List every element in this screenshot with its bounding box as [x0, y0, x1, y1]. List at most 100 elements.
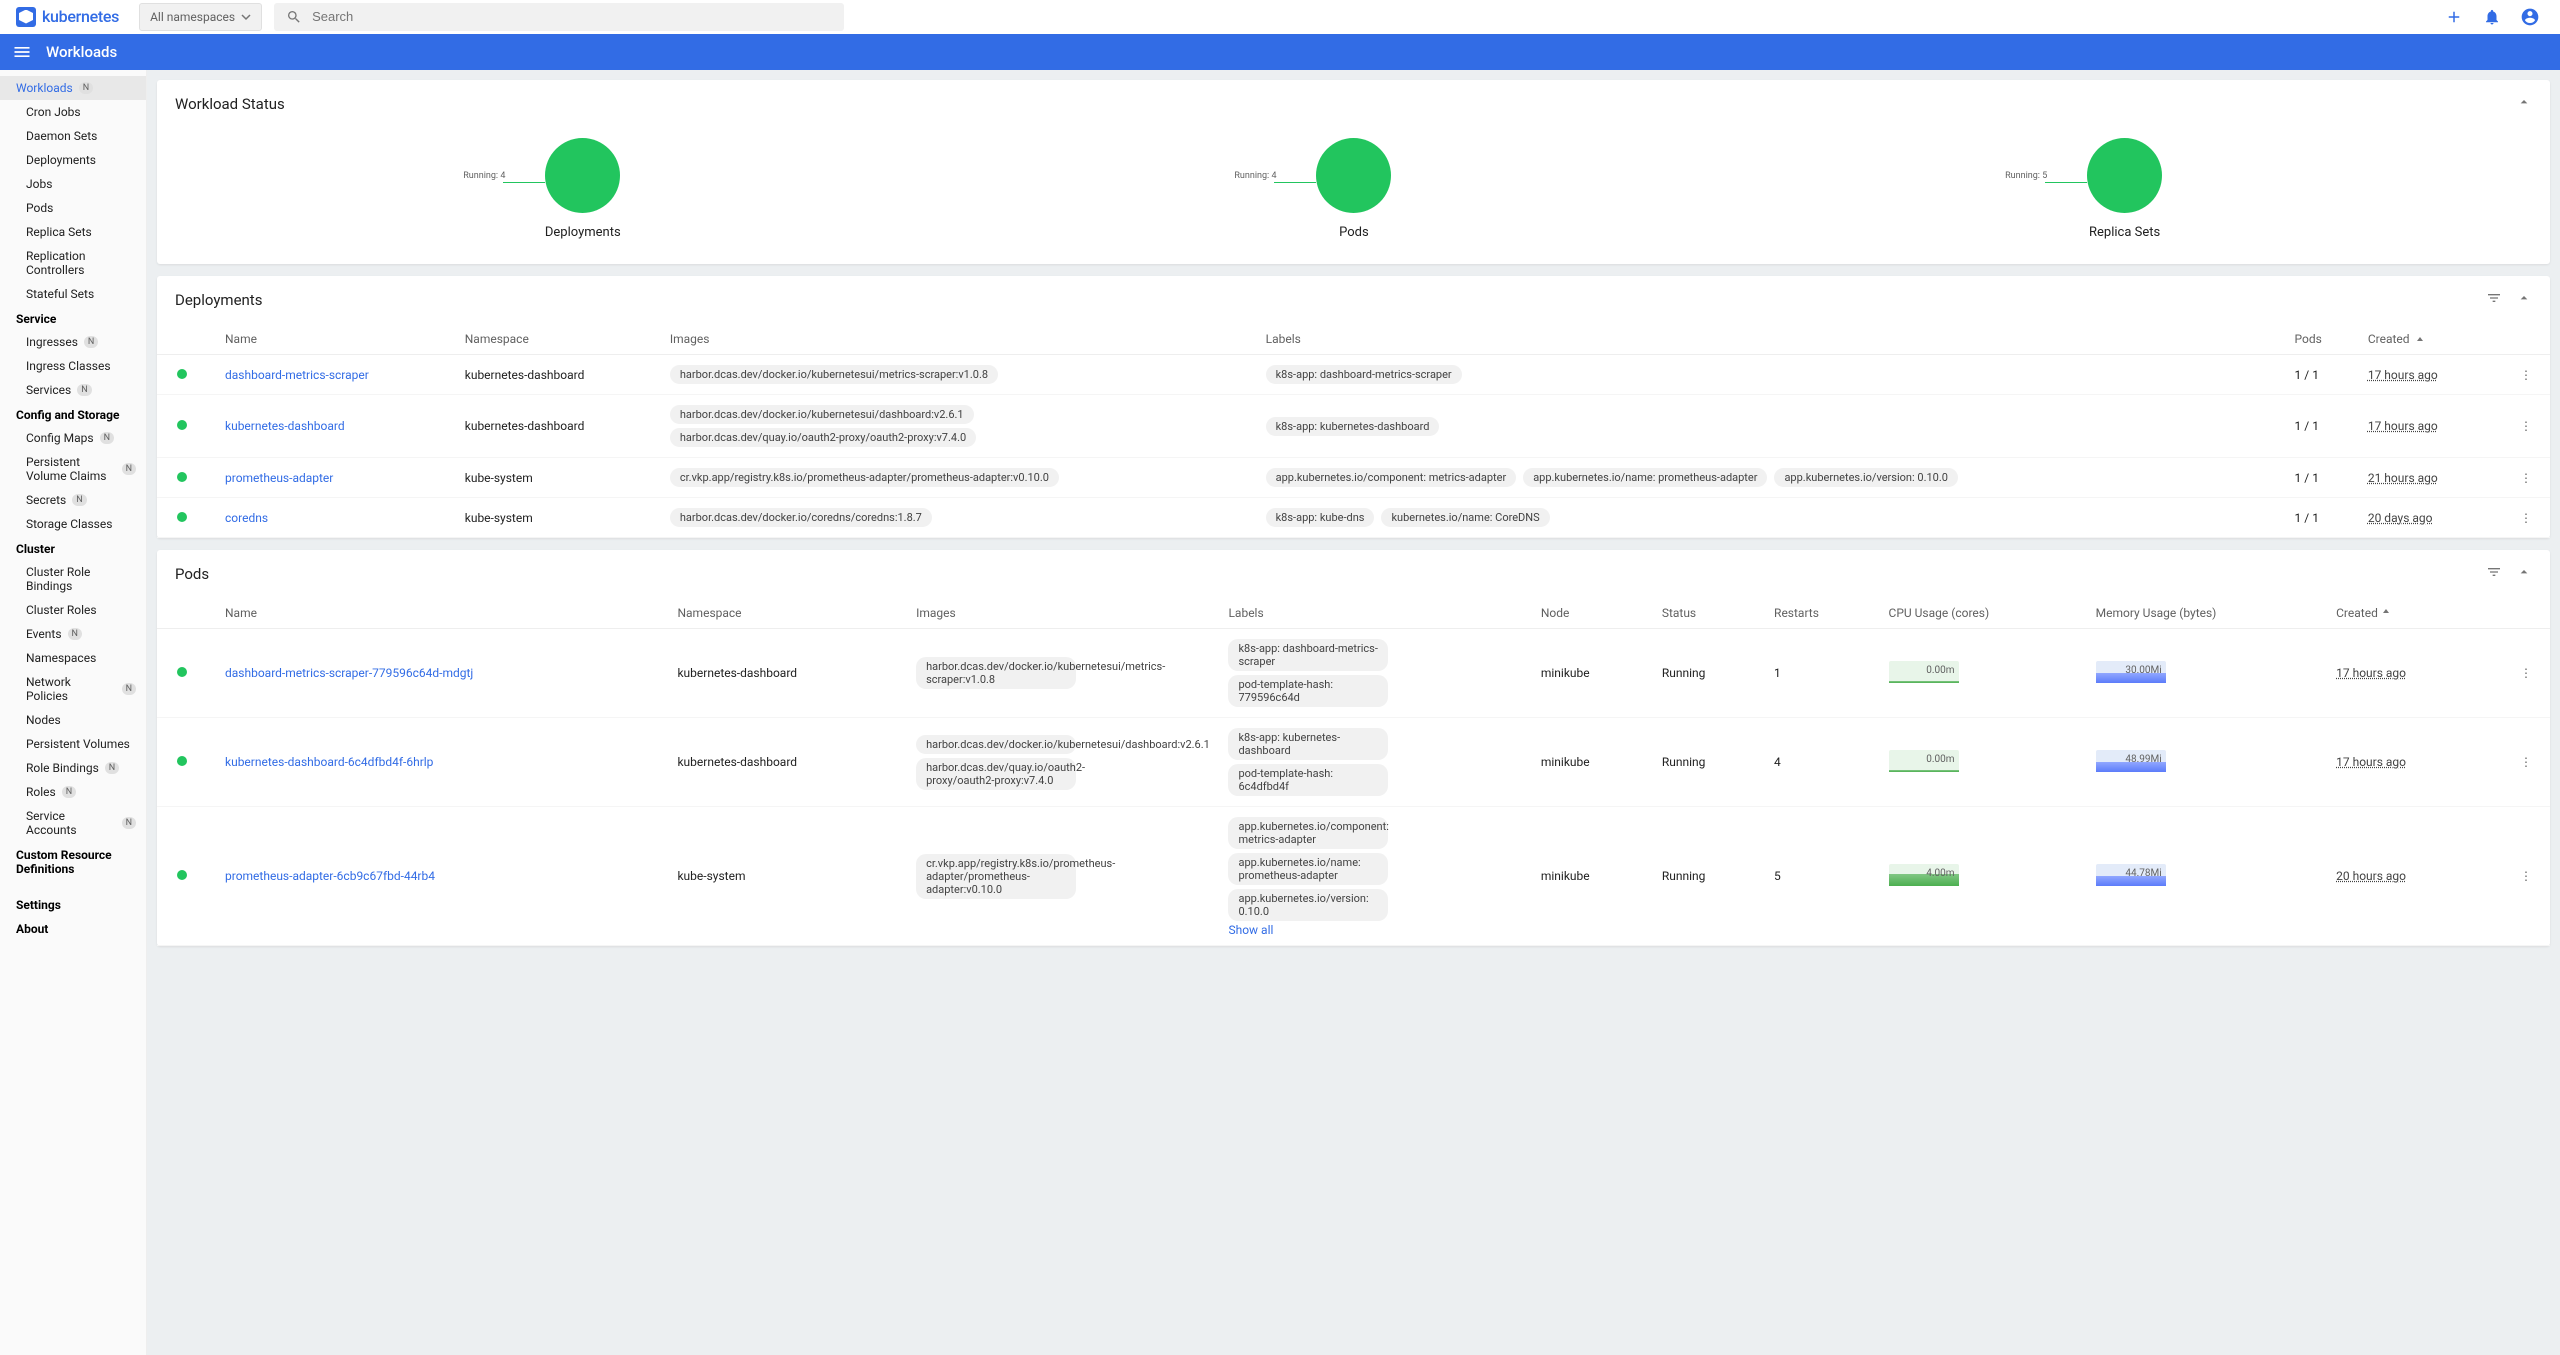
resource-link[interactable]: kubernetes-dashboard	[225, 419, 345, 433]
column-header[interactable]: Labels	[1216, 598, 1528, 629]
label-chip: k8s-app: dashboard-metrics-scraper	[1228, 639, 1388, 671]
column-header[interactable]: Labels	[1254, 324, 2283, 355]
sidebar-item-events[interactable]: EventsN	[0, 622, 146, 646]
search-input[interactable]	[312, 9, 832, 24]
column-header[interactable]: Pods	[2283, 324, 2356, 355]
notifications-button[interactable]	[2482, 7, 2502, 27]
sidebar-item-namespaces[interactable]: Namespaces	[0, 646, 146, 670]
namespace-cell: kube-system	[453, 498, 658, 538]
row-menu-button[interactable]: ⋮	[2490, 355, 2550, 395]
top-actions	[2444, 7, 2552, 27]
column-header[interactable]: Name	[213, 324, 453, 355]
sidebar-item-ingress-classes[interactable]: Ingress Classes	[0, 354, 146, 378]
sidebar-item-service-accounts[interactable]: Service AccountsN	[0, 804, 146, 842]
filter-button[interactable]	[2486, 290, 2502, 310]
sidebar-item-nodes[interactable]: Nodes	[0, 708, 146, 732]
sidebar-item-pods[interactable]: Pods	[0, 196, 146, 220]
table-row: prometheus-adapterkube-systemcr.vkp.app/…	[157, 458, 2550, 498]
filter-button[interactable]	[2486, 564, 2502, 584]
column-header[interactable]: Node	[1529, 598, 1650, 629]
column-header[interactable]: Namespace	[665, 598, 904, 629]
column-header[interactable]: Images	[904, 598, 1216, 629]
sidebar-item-storage-classes[interactable]: Storage Classes	[0, 512, 146, 536]
sidebar-item-persistent-volumes[interactable]: Persistent Volumes	[0, 732, 146, 756]
sidebar-item-roles[interactable]: RolesN	[0, 780, 146, 804]
sidebar-item-replication-controllers[interactable]: Replication Controllers	[0, 244, 146, 282]
donut-stat: Running: 4	[1234, 171, 1276, 181]
column-header[interactable]: Status	[1650, 598, 1762, 629]
sidebar-item-network-policies[interactable]: Network Policies N	[0, 670, 146, 708]
user-menu-button[interactable]	[2520, 7, 2540, 27]
sidebar-item-stateful-sets[interactable]: Stateful Sets	[0, 282, 146, 306]
sidebar-item-settings[interactable]: Settings	[0, 892, 146, 916]
sidebar-header[interactable]: Service	[0, 306, 146, 330]
logo[interactable]: kubernetes	[8, 7, 127, 27]
sidebar-item-deployments[interactable]: Deployments	[0, 148, 146, 172]
create-button[interactable]	[2444, 7, 2464, 27]
row-menu-button[interactable]: ⋮	[2480, 629, 2550, 718]
row-menu-button[interactable]: ⋮	[2490, 395, 2550, 458]
label-chip: app.kubernetes.io/component: metrics-ada…	[1228, 817, 1388, 849]
sidebar-item-label: Nodes	[26, 713, 61, 727]
column-header[interactable]: Namespace	[453, 324, 658, 355]
main-content: Workload Status Running: 4DeploymentsRun…	[147, 70, 2560, 1355]
label-chip: app.kubernetes.io/name: prometheus-adapt…	[1228, 853, 1388, 885]
namespaced-badge: N	[105, 762, 119, 774]
resource-link[interactable]: kubernetes-dashboard-6c4dfbd4f-6hrlp	[225, 755, 433, 769]
sidebar-item-cron-jobs[interactable]: Cron Jobs	[0, 100, 146, 124]
sidebar-item-label: Replica Sets	[26, 225, 92, 239]
sidebar-header[interactable]: Custom Resource Definitions	[0, 842, 146, 880]
resource-link[interactable]: prometheus-adapter-6cb9c67fbd-44rb4	[225, 869, 435, 883]
row-menu-button[interactable]: ⋮	[2480, 718, 2550, 807]
sidebar-item-label: Cron Jobs	[26, 105, 81, 119]
sidebar-item-about[interactable]: About	[0, 916, 146, 940]
sidebar-item-cluster-role-bindings[interactable]: Cluster Role Bindings	[0, 560, 146, 598]
sidebar-item-cluster-roles[interactable]: Cluster Roles	[0, 598, 146, 622]
sidebar-item-persistent-volume-claims[interactable]: Persistent Volume ClaimsN	[0, 450, 146, 488]
row-menu-button[interactable]: ⋮	[2490, 458, 2550, 498]
column-header[interactable]: CPU Usage (cores)	[1877, 598, 2084, 629]
collapse-button[interactable]	[2516, 290, 2532, 310]
status-dot	[177, 472, 187, 482]
column-header[interactable]: Created	[2324, 598, 2480, 629]
resource-link[interactable]: dashboard-metrics-scraper-779596c64d-mdg…	[225, 666, 473, 680]
resource-link[interactable]: prometheus-adapter	[225, 471, 333, 485]
image-chip: harbor.dcas.dev/docker.io/coredns/coredn…	[670, 508, 932, 527]
sidebar-header[interactable]: Config and Storage	[0, 402, 146, 426]
collapse-button[interactable]	[2516, 94, 2532, 114]
workload-status-card: Workload Status Running: 4DeploymentsRun…	[157, 80, 2550, 264]
status-dot	[177, 667, 187, 677]
row-menu-button[interactable]: ⋮	[2490, 498, 2550, 538]
column-header[interactable]: Images	[658, 324, 1254, 355]
namespace-cell: kube-system	[453, 458, 658, 498]
row-menu-button[interactable]: ⋮	[2480, 807, 2550, 946]
restarts-cell: 4	[1762, 718, 1876, 807]
sidebar-item-label: Storage Classes	[26, 517, 112, 531]
column-header[interactable]: Restarts	[1762, 598, 1876, 629]
sidebar-item-ingresses[interactable]: IngressesN	[0, 330, 146, 354]
sidebar-header[interactable]: Cluster	[0, 536, 146, 560]
column-header[interactable]: Created	[2356, 324, 2490, 355]
sidebar-item-workloads[interactable]: WorkloadsN	[0, 76, 146, 100]
resource-link[interactable]: dashboard-metrics-scraper	[225, 368, 369, 382]
sidebar-item-daemon-sets[interactable]: Daemon Sets	[0, 124, 146, 148]
show-all-link[interactable]: Show all	[1228, 923, 1273, 937]
sidebar-item-role-bindings[interactable]: Role BindingsN	[0, 756, 146, 780]
search-box[interactable]	[274, 3, 844, 31]
collapse-button[interactable]	[2516, 564, 2532, 584]
sidebar-item-jobs[interactable]: Jobs	[0, 172, 146, 196]
sidebar-item-label: Network Policies	[26, 675, 116, 703]
sidebar-item-services[interactable]: ServicesN	[0, 378, 146, 402]
column-header[interactable]: Name	[213, 598, 665, 629]
sidebar-item-replica-sets[interactable]: Replica Sets	[0, 220, 146, 244]
namespace-selector[interactable]: All namespaces	[139, 3, 262, 31]
namespaced-badge: N	[122, 683, 136, 695]
column-header[interactable]: Memory Usage (bytes)	[2084, 598, 2325, 629]
sidebar-item-secrets[interactable]: SecretsN	[0, 488, 146, 512]
namespace-cell: kube-system	[665, 807, 904, 946]
resource-link[interactable]: coredns	[225, 511, 268, 525]
sidebar-item-config-maps[interactable]: Config MapsN	[0, 426, 146, 450]
menu-toggle-button[interactable]	[12, 42, 32, 62]
cpu-sparkline: 0.00m	[1889, 750, 1959, 772]
restarts-cell: 1	[1762, 629, 1876, 718]
